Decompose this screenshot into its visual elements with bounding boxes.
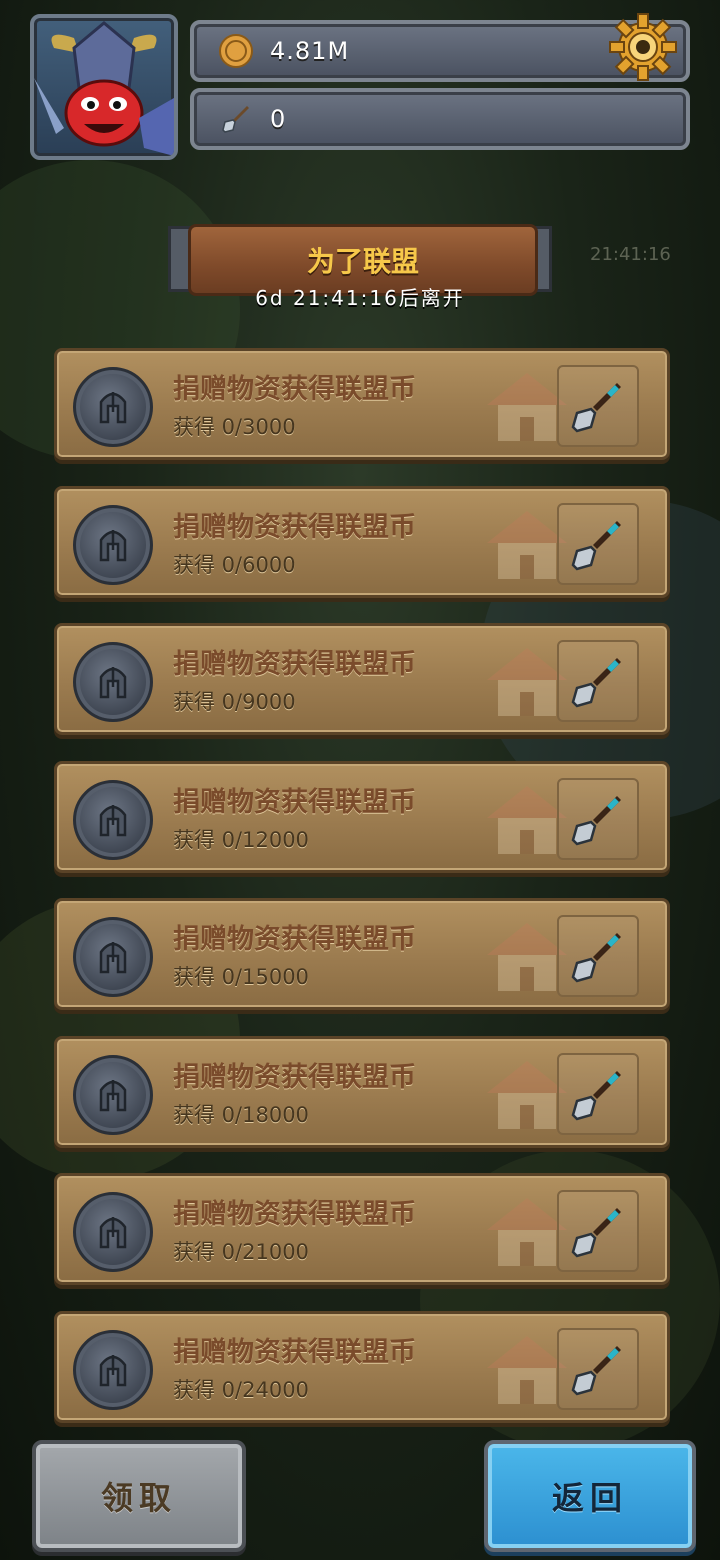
claim-button[interactable]: 领取 — [32, 1440, 246, 1552]
task-progress: 获得 0/15000 — [173, 965, 309, 989]
task-title: 捐赠物资获得联盟币 — [173, 924, 416, 955]
task-progress: 获得 0/21000 — [173, 1240, 309, 1264]
task-progress: 获得 0/3000 — [173, 415, 296, 439]
task-row[interactable]: 捐赠物资获得联盟币 获得 0/9000 — [54, 623, 670, 735]
shovel-icon — [571, 383, 621, 433]
task-title: 捐赠物资获得联盟币 — [173, 1199, 416, 1230]
helmet-coin-icon — [73, 642, 153, 722]
task-row[interactable]: 捐赠物资获得联盟币 获得 0/21000 — [54, 1173, 670, 1285]
shovel-balance-bar: 0 — [190, 88, 690, 150]
back-button[interactable]: 返回 — [484, 1440, 696, 1552]
task-row[interactable]: 捐赠物资获得联盟币 获得 0/15000 — [54, 898, 670, 1010]
task-progress: 获得 0/6000 — [173, 552, 296, 577]
helmet-coin-icon — [73, 504, 153, 585]
shovel-icon — [571, 1070, 621, 1120]
event-title: 为了联盟 — [306, 245, 419, 278]
shovel-icon — [571, 520, 621, 570]
task-title: 捐赠物资获得联盟币 — [173, 511, 416, 543]
reward-slot[interactable] — [557, 1190, 639, 1272]
shovel-icon — [571, 933, 621, 983]
task-title: 捐赠物资获得联盟币 — [173, 649, 416, 680]
shovel-amount: 0 — [270, 105, 287, 133]
helmet-coin-icon — [73, 1054, 153, 1135]
shovel-icon — [216, 99, 256, 139]
reward-slot[interactable] — [557, 365, 639, 447]
player-avatar[interactable] — [30, 14, 178, 160]
event-countdown: 6d 21:41:16后离开 — [255, 286, 465, 310]
task-progress: 获得 0/9000 — [173, 690, 296, 714]
helmet-coin-icon — [73, 1192, 153, 1272]
helmet-coin-icon — [73, 779, 153, 860]
helmet-coin-icon — [73, 1329, 153, 1410]
coin-icon — [216, 31, 256, 71]
reward-slot[interactable] — [557, 915, 639, 997]
task-title: 捐赠物资获得联盟币 — [173, 374, 416, 405]
task-progress: 获得 0/18000 — [173, 1102, 309, 1127]
reward-slot[interactable] — [557, 1327, 639, 1410]
gear-icon[interactable] — [606, 10, 680, 84]
task-title: 捐赠物资获得联盟币 — [173, 786, 416, 818]
hero-portrait-icon — [34, 21, 174, 156]
task-row[interactable]: 捐赠物资获得联盟币 获得 0/12000 — [54, 760, 670, 873]
helmet-coin-icon — [73, 367, 153, 447]
reward-slot[interactable] — [557, 640, 639, 722]
task-row[interactable]: 捐赠物资获得联盟币 获得 0/18000 — [54, 1035, 670, 1148]
task-progress: 获得 0/12000 — [173, 827, 309, 852]
coin-amount: 4.81M — [270, 37, 350, 65]
reward-slot[interactable] — [557, 502, 639, 585]
shovel-icon — [571, 1345, 621, 1395]
task-progress: 获得 0/24000 — [173, 1377, 309, 1402]
shovel-icon — [571, 1208, 621, 1258]
helmet-coin-icon — [73, 917, 153, 997]
task-title: 捐赠物资获得联盟币 — [173, 1061, 416, 1093]
task-row[interactable]: 捐赠物资获得联盟币 获得 0/3000 — [54, 348, 670, 460]
reward-slot[interactable] — [557, 1052, 639, 1135]
shovel-icon — [571, 658, 621, 708]
side-timer: 21:41:16 — [590, 244, 671, 265]
task-title: 捐赠物资获得联盟币 — [173, 1336, 416, 1368]
reward-slot[interactable] — [557, 777, 639, 860]
task-row[interactable]: 捐赠物资获得联盟币 获得 0/6000 — [54, 485, 670, 598]
task-row[interactable]: 捐赠物资获得联盟币 获得 0/24000 — [54, 1310, 670, 1423]
shovel-icon — [571, 795, 621, 845]
